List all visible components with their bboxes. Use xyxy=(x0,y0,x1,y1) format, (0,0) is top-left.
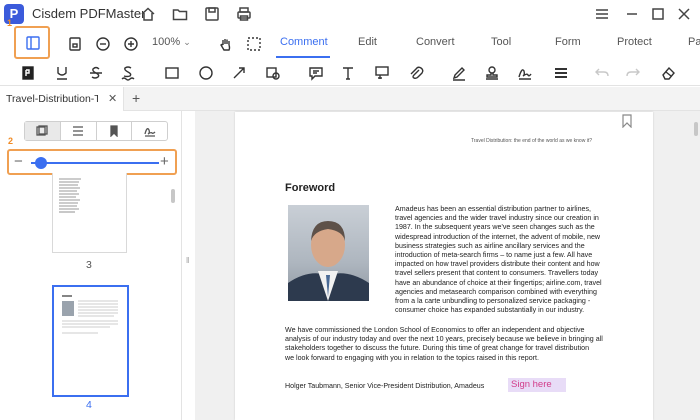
zoom-out-icon[interactable] xyxy=(93,34,113,54)
thumbnail-page-number-selected: 4 xyxy=(86,399,92,411)
select-area-icon[interactable] xyxy=(244,34,264,54)
app-title: Cisdem PDFMaster xyxy=(32,6,146,21)
tab-convert[interactable]: Convert xyxy=(416,36,455,48)
ellipse-icon[interactable] xyxy=(196,63,216,83)
callout-number-1: 1 xyxy=(7,18,13,28)
arrow-icon[interactable] xyxy=(229,63,249,83)
page-icon[interactable] xyxy=(65,34,85,54)
signature-line: Holger Taubmann, Senior Vice-President D… xyxy=(285,382,485,390)
foreword-paragraph-2: We have commissioned the London School o… xyxy=(285,326,603,362)
document-tab-bar: Travel-Distribution-T... ✕ + xyxy=(0,87,700,111)
page-bookmark-icon[interactable] xyxy=(621,114,633,133)
redo-icon[interactable] xyxy=(623,63,643,83)
signature-icon[interactable] xyxy=(515,63,535,83)
stamp-icon[interactable] xyxy=(482,63,502,83)
highlight-text-icon[interactable] xyxy=(18,63,38,83)
slider-thumb[interactable] xyxy=(35,157,48,169)
strikethrough-icon[interactable] xyxy=(86,63,106,83)
main-toolbar xyxy=(0,28,700,60)
sidebar-mode-switch xyxy=(24,121,168,141)
callout-number-2: 2 xyxy=(8,136,14,146)
pdf-page[interactable]: Travel Distribution: the end of the worl… xyxy=(235,112,653,420)
print-icon[interactable] xyxy=(234,4,254,24)
sticky-note-icon[interactable] xyxy=(306,63,326,83)
save-icon[interactable] xyxy=(202,4,222,24)
undo-icon[interactable] xyxy=(592,63,612,83)
slider-track[interactable] xyxy=(31,162,159,164)
panel-splitter-handle[interactable]: ‖ xyxy=(186,256,189,265)
hand-tool-icon[interactable] xyxy=(216,34,236,54)
close-icon[interactable] xyxy=(674,4,694,24)
close-tab-icon[interactable]: ✕ xyxy=(108,92,117,105)
underline-icon[interactable] xyxy=(52,63,72,83)
rectangle-icon[interactable] xyxy=(162,63,182,83)
tab-form[interactable]: Form xyxy=(555,36,581,48)
zoom-in-icon[interactable] xyxy=(121,34,141,54)
slider-plus-icon[interactable]: + xyxy=(160,153,169,170)
thumbnail-page-number: 3 xyxy=(86,259,92,271)
minimize-icon[interactable] xyxy=(622,4,642,24)
open-folder-icon[interactable] xyxy=(170,4,190,24)
maximize-icon[interactable] xyxy=(648,4,668,24)
tab-edit[interactable]: Edit xyxy=(358,36,377,48)
document-tab-label: Travel-Distribution-T... xyxy=(6,93,98,105)
tab-page[interactable]: Pa xyxy=(688,36,700,48)
tab-protect[interactable]: Protect xyxy=(617,36,652,48)
portrait-photo xyxy=(288,205,369,301)
title-bar: P Cisdem PDFMaster xyxy=(0,0,700,28)
thumbnail-page-3[interactable] xyxy=(52,173,127,253)
sidebar-scrollbar[interactable] xyxy=(171,189,175,203)
squiggly-icon[interactable] xyxy=(118,63,138,83)
running-header: Travel Distribution: the end of the worl… xyxy=(471,138,592,144)
sign-here-field[interactable]: Sign here xyxy=(508,378,566,392)
pencil-icon[interactable] xyxy=(449,63,469,83)
tab-tool[interactable]: Tool xyxy=(491,36,511,48)
page-heading: Foreword xyxy=(285,182,336,194)
document-scrollbar[interactable] xyxy=(694,122,698,136)
signatures-view-icon[interactable] xyxy=(132,122,167,140)
attachment-icon[interactable] xyxy=(406,63,426,83)
tab-comment[interactable]: Comment xyxy=(280,36,328,48)
home-icon[interactable] xyxy=(138,4,158,24)
callout-highlight-1 xyxy=(14,26,50,59)
thumbnails-view-icon[interactable] xyxy=(25,122,61,140)
menu-icon[interactable] xyxy=(592,4,612,24)
slider-minus-icon[interactable]: − xyxy=(14,153,23,170)
active-tab-indicator xyxy=(276,56,330,58)
thumbnail-size-slider[interactable]: − + xyxy=(7,149,177,175)
zoom-level[interactable]: 100% ⌄ xyxy=(152,36,191,48)
outline-view-icon[interactable] xyxy=(61,122,97,140)
thumbnail-page-4[interactable] xyxy=(52,285,129,397)
line-style-icon[interactable] xyxy=(551,63,571,83)
thumbnail-sidebar: − + 3 4 xyxy=(0,111,182,420)
eraser-icon[interactable] xyxy=(658,63,678,83)
new-tab-icon[interactable]: + xyxy=(132,90,140,106)
document-tab[interactable]: Travel-Distribution-T... ✕ xyxy=(0,87,124,111)
callout-icon[interactable] xyxy=(372,63,392,83)
app-window: P Cisdem PDFMaster 100% ⌄ Comment Edit C… xyxy=(0,0,700,420)
shapes-icon[interactable] xyxy=(263,63,283,83)
text-box-icon[interactable] xyxy=(338,63,358,83)
comment-toolbar xyxy=(0,60,700,86)
foreword-paragraph-1: Amadeus has been an essential distributi… xyxy=(395,205,602,315)
bookmarks-view-icon[interactable] xyxy=(97,122,133,140)
